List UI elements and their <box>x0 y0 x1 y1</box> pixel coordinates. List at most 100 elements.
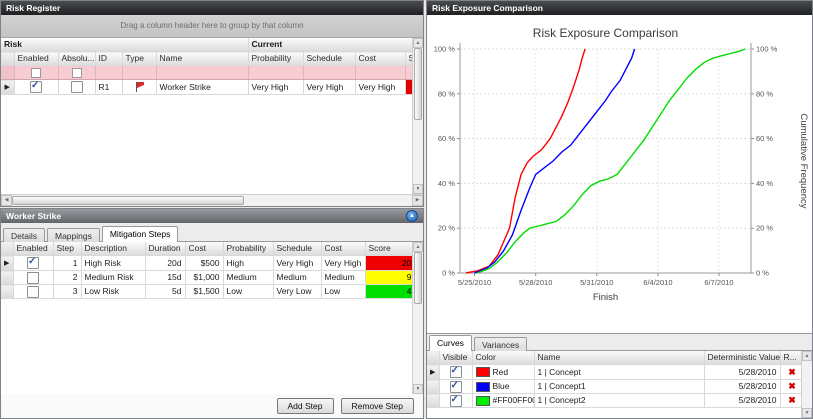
cell-probability[interactable]: Low <box>223 285 273 299</box>
col-id[interactable]: ID <box>95 52 122 66</box>
cell-duration[interactable]: 15d <box>145 271 185 285</box>
cell-deterministic-value[interactable]: 5/28/2010 <box>704 394 780 408</box>
col-score[interactable]: Sc <box>405 52 412 66</box>
filter-schedule[interactable] <box>303 66 355 80</box>
col-duration[interactable]: Duration <box>145 242 185 256</box>
col-absolute[interactable]: Absolu... <box>58 52 95 66</box>
tab-mitigation-steps[interactable]: Mitigation Steps <box>102 226 178 242</box>
cell-cost-impact[interactable]: Very High <box>321 256 365 271</box>
cell-enabled[interactable]: ✓ <box>13 256 53 271</box>
col-visible[interactable]: Visible <box>439 351 472 365</box>
group-by-drop-zone[interactable]: Drag a column header here to group by th… <box>1 15 423 38</box>
cell-cost[interactable]: $1,500 <box>185 285 223 299</box>
cell-deterministic-value[interactable]: 5/28/2010 <box>704 365 780 380</box>
tab-mappings[interactable]: Mappings <box>47 228 100 242</box>
scroll-up-icon[interactable]: ▲ <box>802 351 812 361</box>
cell-probability[interactable]: Very High <box>248 80 303 95</box>
cell-duration[interactable]: 20d <box>145 256 185 271</box>
cell-score[interactable]: 20 <box>365 256 412 271</box>
filter-id[interactable] <box>95 66 122 80</box>
delete-curve-icon[interactable]: ✖ <box>788 367 796 377</box>
scroll-up-icon[interactable]: ▲ <box>413 38 423 48</box>
cell-enabled[interactable]: ✓ <box>14 80 58 95</box>
scroll-up-icon[interactable]: ▲ <box>413 242 423 252</box>
col-cost[interactable]: Cost <box>185 242 223 256</box>
cell-step[interactable]: 3 <box>53 285 81 299</box>
horizontal-scroll-thumb[interactable] <box>12 196 244 205</box>
curves-vertical-scrollbar[interactable]: ▲ ▼ <box>801 351 812 418</box>
cell-cost-impact[interactable]: Low <box>321 285 365 299</box>
scroll-down-icon[interactable]: ▼ <box>802 408 812 418</box>
cell-description[interactable]: High Risk <box>81 256 145 271</box>
cell-name[interactable]: 1 | Concept1 <box>534 380 704 394</box>
remove-step-button[interactable]: Remove Step <box>341 398 415 414</box>
col-enabled[interactable]: Enabled <box>13 242 53 256</box>
col-color[interactable]: Color <box>472 351 534 365</box>
col-description[interactable]: Description <box>81 242 145 256</box>
tab-variances[interactable]: Variances <box>474 337 527 351</box>
filter-cost[interactable] <box>355 66 405 80</box>
col-remove[interactable]: R... <box>780 351 801 365</box>
cell-schedule[interactable]: Medium <box>273 271 321 285</box>
cell-cost-impact[interactable]: Medium <box>321 271 365 285</box>
cell-visible[interactable]: ✓ <box>439 365 472 380</box>
cell-remove[interactable]: ✖ <box>780 380 801 394</box>
col-enabled[interactable]: Enabled <box>14 52 58 66</box>
risk-register-horizontal-scrollbar[interactable]: ◀ ▶ <box>1 194 423 206</box>
cell-visible[interactable]: ✓ <box>439 380 472 394</box>
cell-enabled[interactable]: ✓ <box>13 271 53 285</box>
enabled-checkbox[interactable]: ✓ <box>27 272 39 284</box>
cell-schedule[interactable]: Very Low <box>273 285 321 299</box>
delete-curve-icon[interactable]: ✖ <box>788 395 796 405</box>
cell-score[interactable]: 9 <box>365 271 412 285</box>
col-probability[interactable]: Probability <box>223 242 273 256</box>
cell-remove[interactable]: ✖ <box>780 394 801 408</box>
delete-curve-icon[interactable]: ✖ <box>788 381 796 391</box>
cell-enabled[interactable]: ✓ <box>13 285 53 299</box>
scroll-down-icon[interactable]: ▼ <box>413 184 423 194</box>
cell-description[interactable]: Medium Risk <box>81 271 145 285</box>
cell-remove[interactable]: ✖ <box>780 365 801 380</box>
cell-color[interactable]: Blue <box>472 380 534 394</box>
cell-absolute[interactable]: ✓ <box>58 80 95 95</box>
cell-schedule[interactable]: Very High <box>273 256 321 271</box>
col-schedule[interactable]: Schedule <box>303 52 355 66</box>
cell-color[interactable]: Red <box>472 365 534 380</box>
visible-checkbox[interactable]: ✓ <box>450 395 462 407</box>
col-score[interactable]: Score <box>365 242 412 256</box>
cell-color[interactable]: #FF00FF00 <box>472 394 534 408</box>
visible-checkbox[interactable]: ✓ <box>450 381 462 393</box>
enabled-checkbox[interactable]: ✓ <box>30 81 42 93</box>
enabled-checkbox[interactable]: ✓ <box>27 257 39 269</box>
filter-type[interactable] <box>122 66 156 80</box>
cell-step[interactable]: 2 <box>53 271 81 285</box>
cell-cost[interactable]: Very High <box>355 80 405 95</box>
filter-absolute[interactable] <box>58 66 95 80</box>
cell-name[interactable]: 1 | Concept <box>534 365 704 380</box>
col-step[interactable]: Step <box>53 242 81 256</box>
col-probability[interactable]: Probability <box>248 52 303 66</box>
cell-description[interactable]: Low Risk <box>81 285 145 299</box>
col-name[interactable]: Name <box>534 351 704 365</box>
vertical-scroll-thumb[interactable] <box>414 252 422 304</box>
cell-probability[interactable]: Medium <box>223 271 273 285</box>
visible-checkbox[interactable]: ✓ <box>450 366 462 378</box>
enabled-checkbox[interactable]: ✓ <box>27 286 39 298</box>
cell-deterministic-value[interactable]: 5/28/2010 <box>704 380 780 394</box>
scroll-down-icon[interactable]: ▼ <box>413 384 423 394</box>
scroll-right-icon[interactable]: ▶ <box>412 195 423 206</box>
risk-register-vertical-scrollbar[interactable]: ▲ ▼ <box>412 38 423 194</box>
col-name[interactable]: Name <box>156 52 248 66</box>
cell-probability[interactable]: High <box>223 256 273 271</box>
cell-score[interactable]: 4 <box>365 285 412 299</box>
col-cost[interactable]: Cost <box>355 52 405 66</box>
cell-name[interactable]: 1 | Concept2 <box>534 394 704 408</box>
tab-details[interactable]: Details <box>3 228 45 242</box>
cell-name[interactable]: Worker Strike <box>156 80 248 95</box>
filter-name[interactable] <box>156 66 248 80</box>
cell-schedule[interactable]: Very High <box>303 80 355 95</box>
cell-duration[interactable]: 5d <box>145 285 185 299</box>
cell-step[interactable]: 1 <box>53 256 81 271</box>
cell-cost[interactable]: $500 <box>185 256 223 271</box>
col-deterministic-value[interactable]: Deterministic Value <box>704 351 780 365</box>
